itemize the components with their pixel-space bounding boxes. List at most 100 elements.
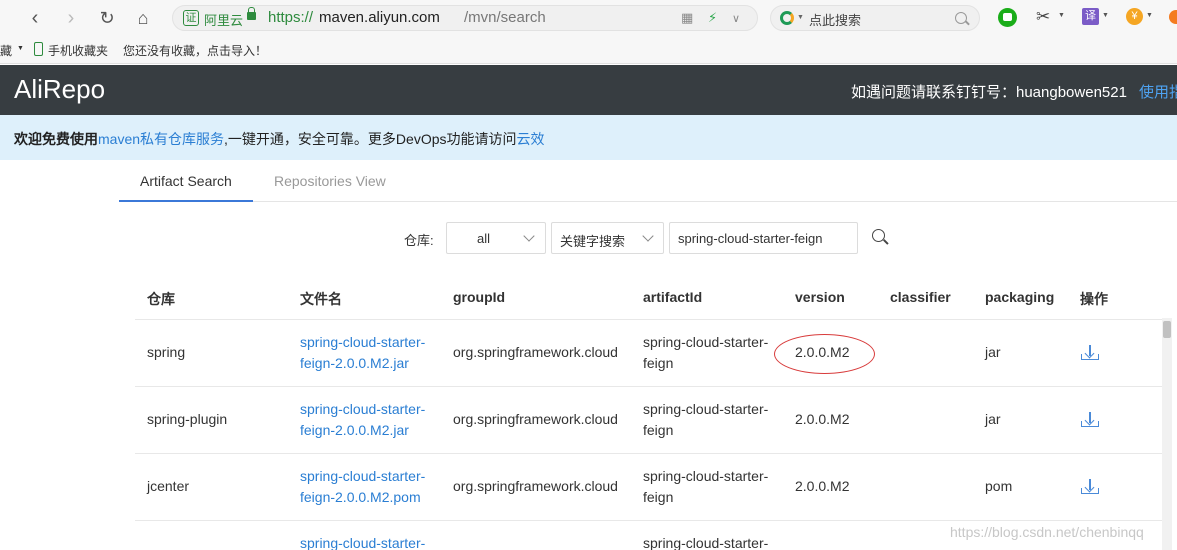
qr-icon[interactable]: ▦ (681, 10, 693, 26)
bookmark-folder[interactable]: 藏 (0, 42, 12, 59)
notice-prefix: 欢迎免费使用 (14, 131, 98, 147)
extension-icon[interactable] (1169, 10, 1177, 24)
download-icon[interactable] (1081, 345, 1099, 361)
search-mode-select[interactable]: 关键字搜索 (551, 222, 664, 254)
private-repo-link[interactable]: maven私有仓库服务 (98, 131, 224, 147)
column-header: 操作 (1080, 291, 1108, 307)
coin-icon[interactable]: ¥ (1126, 8, 1143, 25)
artifact-line: spring-cloud-starter- (643, 535, 769, 550)
caret-down-icon[interactable]: ▼ (1102, 12, 1109, 19)
table-row: spring-plugin spring-cloud-starter-feign… (135, 387, 1165, 454)
file-link-line: spring-cloud-starter- (300, 334, 426, 350)
file-link[interactable]: spring-cloud-starter- (300, 533, 440, 550)
url-path: /mvn/search (464, 9, 546, 26)
refresh-icon[interactable]: ↻ (95, 6, 119, 30)
tab-bar: Artifact Search Repositories View (119, 162, 1177, 202)
search-placeholder: 点此搜索 (809, 13, 862, 28)
cell-packaging: pom (985, 478, 1013, 494)
column-header: 仓库 (147, 291, 175, 307)
search-mode-value: 关键字搜索 (560, 234, 626, 249)
file-link-line: feign-2.0.0.M2.jar (300, 355, 409, 371)
artifact-line: spring-cloud-starter- (643, 468, 769, 484)
cell-repo: jcenter (147, 478, 190, 494)
caret-down-icon[interactable]: ▼ (1146, 12, 1153, 19)
wechat-icon[interactable] (998, 8, 1017, 27)
cell-artifact-id: spring-cloud-starter-feign (643, 466, 778, 508)
help-link[interactable]: 使用指南 (1139, 81, 1177, 102)
back-icon[interactable]: ‹ (23, 6, 47, 30)
search-button[interactable] (871, 228, 889, 246)
address-bar[interactable]: 证 阿里云 https:// maven.aliyun.com /mvn/sea… (172, 5, 758, 31)
caret-down-icon[interactable]: ▼ (797, 14, 804, 21)
column-header: classifier (890, 289, 951, 305)
cell-repo: spring-plugin (147, 411, 228, 427)
contact-info: 如遇问题请联系钉钉号：huangbowen521 (851, 84, 1127, 101)
column-header: artifactId (643, 289, 703, 305)
browser-search-box[interactable]: ▼ 点此搜索 (770, 5, 980, 31)
app-logo[interactable]: AliRepo (14, 74, 105, 105)
bookmark-bar: 藏 ▼ 手机收藏夹 您还没有收藏，点击导入！ (0, 36, 1177, 64)
repo-label: 仓库: (404, 233, 434, 248)
notice-banner: 欢迎免费使用maven私有仓库服务,一键开通，安全可靠。更多DevOps功能请访… (0, 115, 1177, 160)
caret-down-icon[interactable]: ▼ (17, 45, 24, 52)
watermark: https://blog.csdn.net/chenbinqq (950, 524, 1144, 540)
table-header: 仓库 文件名 groupId artifactId version classi… (135, 275, 1165, 320)
search-icon[interactable] (955, 12, 967, 24)
cell-group-id: org.springframework.cloud (453, 478, 618, 494)
scroll-thumb[interactable] (1163, 321, 1171, 338)
file-link[interactable]: spring-cloud-starter-feign-2.0.0.M2.jar (300, 399, 440, 441)
repo-select-value: all (477, 231, 491, 246)
cell-version: 2.0.0.M2 (795, 411, 850, 427)
lock-icon (247, 7, 256, 20)
file-link-line: spring-cloud-starter- (300, 401, 426, 417)
column-header: groupId (453, 289, 506, 305)
search-engine-icon (780, 11, 794, 25)
file-link[interactable]: spring-cloud-starter-feign-2.0.0.M2.jar (300, 332, 440, 374)
file-link[interactable]: spring-cloud-starter-feign-2.0.0.M2.pom (300, 466, 440, 508)
cell-packaging: jar (985, 411, 1001, 427)
repo-select[interactable]: all (446, 222, 546, 254)
chevron-down-icon[interactable]: ∨ (732, 12, 740, 25)
version-highlight-annotation (774, 334, 875, 374)
chevron-down-icon (523, 230, 535, 242)
import-hint[interactable]: 您还没有收藏，点击导入！ (123, 42, 267, 59)
column-header: packaging (985, 289, 1055, 305)
artifact-line: spring-cloud-starter- (643, 401, 769, 417)
yunxiao-link[interactable]: 云效 (517, 131, 545, 147)
keyword-input[interactable] (669, 222, 858, 254)
tab-artifact-search[interactable]: Artifact Search (140, 173, 232, 189)
cell-group-id: org.springframework.cloud (453, 411, 618, 427)
forward-icon[interactable]: › (59, 6, 83, 30)
artifact-line: spring-cloud-starter- (643, 334, 769, 350)
translate-icon[interactable]: 译 (1082, 8, 1099, 25)
certificate-icon: 证 (183, 10, 199, 26)
active-tab-indicator (119, 200, 253, 202)
download-icon[interactable] (1081, 412, 1099, 428)
file-link-line: feign-2.0.0.M2.pom (300, 489, 421, 505)
lightning-icon[interactable]: ⚡ (708, 10, 717, 26)
mobile-bookmarks[interactable]: 手机收藏夹 (48, 42, 108, 59)
file-link-line: spring-cloud-starter- (300, 468, 426, 484)
notice-middle: ,一键开通，安全可靠。更多DevOps功能请访问 (224, 131, 517, 147)
column-header: 文件名 (300, 291, 342, 307)
caret-down-icon[interactable]: ▼ (1058, 12, 1065, 19)
scrollbar[interactable] (1162, 318, 1172, 550)
file-link-line: feign-2.0.0.M2.jar (300, 422, 409, 438)
cell-repo: spring (147, 344, 186, 360)
url-scheme: https:// (268, 9, 314, 26)
app-header: AliRepo 如遇问题请联系钉钉号：huangbowen521 使用指南 (0, 65, 1177, 115)
column-header: version (795, 289, 845, 305)
home-icon[interactable]: ⌂ (131, 6, 155, 30)
scissors-icon[interactable]: ✂ (1036, 8, 1050, 26)
cell-artifact-id: spring-cloud-starter-feign (643, 399, 778, 441)
chevron-down-icon (642, 230, 654, 242)
artifact-line: feign (643, 489, 674, 505)
cell-version: 2.0.0.M2 (795, 478, 850, 494)
table-row: spring spring-cloud-starter-feign-2.0.0.… (135, 320, 1165, 387)
url-host: maven.aliyun.com (319, 9, 440, 26)
download-icon[interactable] (1081, 479, 1099, 495)
tab-repositories-view[interactable]: Repositories View (274, 173, 386, 189)
cell-artifact-id: spring-cloud-starter- (643, 533, 778, 550)
cell-packaging: jar (985, 344, 1001, 360)
site-name: 阿里云 (204, 13, 244, 28)
